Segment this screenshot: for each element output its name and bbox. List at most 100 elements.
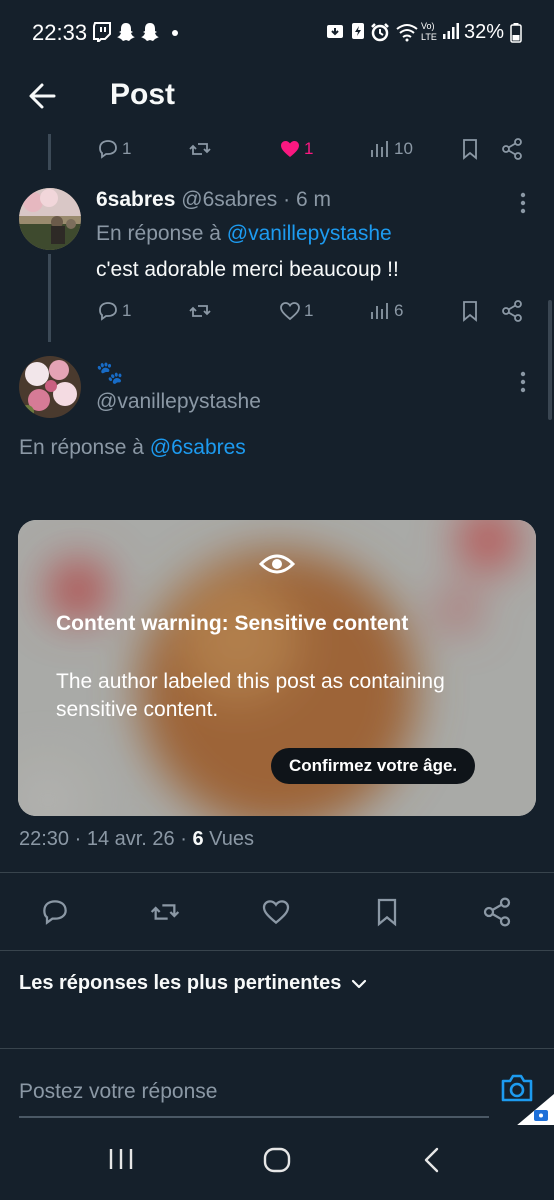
avatar-vanillepystashe[interactable] xyxy=(19,356,81,418)
reply-icon xyxy=(99,140,117,159)
heart-icon xyxy=(280,302,300,321)
views-button[interactable]: 10 xyxy=(368,134,413,164)
share-button[interactable] xyxy=(500,134,524,164)
bookmark-icon xyxy=(463,301,477,322)
repost-button[interactable] xyxy=(188,296,212,326)
content-warning-title: Content warning: Sensitive content xyxy=(56,612,409,635)
reply-input-underline xyxy=(19,1116,489,1118)
like-button[interactable]: 1 xyxy=(278,296,313,326)
reply-input[interactable] xyxy=(19,1072,479,1112)
battery-saver-icon xyxy=(352,23,364,39)
views-count: 6 xyxy=(192,828,204,850)
reply-count: 1 xyxy=(122,139,132,158)
views-count: 6 xyxy=(394,301,404,320)
reply-time: · 6 m xyxy=(283,188,331,211)
scrollbar[interactable] xyxy=(548,300,552,420)
header: Post xyxy=(0,62,554,134)
replying-to-link[interactable]: @6sabres xyxy=(150,436,246,459)
main-replying-to: En réponse à @6sabres xyxy=(19,436,246,460)
replying-to-link[interactable]: @vanillepystashe xyxy=(227,222,392,245)
thread-line-mid xyxy=(48,254,51,342)
share-icon xyxy=(502,300,522,322)
arrow-left-icon xyxy=(29,83,56,109)
reply-author-name[interactable]: 6sabres xyxy=(96,188,175,211)
reply-icon xyxy=(99,302,117,321)
repost-icon xyxy=(150,904,180,920)
repost-button[interactable] xyxy=(188,134,212,164)
home-icon xyxy=(263,1147,291,1173)
home-button[interactable] xyxy=(263,1147,291,1173)
chevron-left-icon xyxy=(424,1147,439,1173)
reply-replying-to: En réponse à @vanillepystashe xyxy=(96,222,392,246)
download-icon xyxy=(327,25,343,38)
reply-icon xyxy=(43,900,67,925)
reply-author-line: 6sabres @6sabres · 6 m xyxy=(96,188,331,212)
share-button[interactable] xyxy=(500,296,524,326)
views-button[interactable]: 6 xyxy=(368,296,403,326)
more-options-icon[interactable] xyxy=(518,191,528,215)
reply-count: 1 xyxy=(122,301,132,320)
reply-button[interactable] xyxy=(38,896,72,928)
more-options-icon[interactable] xyxy=(518,370,528,394)
snapchat-icon xyxy=(117,23,135,41)
like-button[interactable] xyxy=(259,896,293,928)
post-timestamp-line: 22:30 · 14 avr. 26 · 6 Vues xyxy=(19,828,254,851)
main-author-name[interactable]: 🐾 xyxy=(96,360,123,386)
battery-percentage: 32% xyxy=(464,21,505,43)
avatar-6sabres[interactable] xyxy=(19,188,81,250)
status-time: 22:33 xyxy=(32,20,88,45)
snapchat-icon-2 xyxy=(141,23,159,41)
prev-tweet-actions: 1 1 10 xyxy=(96,134,536,164)
notification-dot-icon xyxy=(172,30,178,36)
main-author-handle[interactable]: @vanillepystashe xyxy=(96,390,261,414)
post-timestamp: 22:30 · 14 avr. 26 · xyxy=(19,828,187,850)
bookmark-icon xyxy=(463,139,477,160)
divider xyxy=(0,950,554,951)
sort-label: Les réponses les plus pertinentes xyxy=(19,972,342,994)
back-button[interactable] xyxy=(24,78,64,114)
heart-filled-icon xyxy=(281,141,299,157)
divider xyxy=(0,1048,554,1049)
twitch-icon xyxy=(93,22,111,42)
repost-icon xyxy=(189,143,211,155)
share-icon xyxy=(502,138,522,160)
secure-folder-icon xyxy=(516,1094,554,1126)
avatar-image xyxy=(19,356,81,418)
repost-button[interactable] xyxy=(148,896,182,928)
reply-tweet-actions: 1 1 6 xyxy=(96,296,536,326)
sensitive-media-card[interactable]: Content warning: Sensitive content The a… xyxy=(18,520,536,816)
avatar-image xyxy=(19,188,81,250)
back-nav-button[interactable] xyxy=(422,1147,442,1173)
eye-icon xyxy=(258,554,296,574)
status-bar: 22:33 Vo) LTE 32% xyxy=(0,0,554,62)
heart-icon xyxy=(262,900,290,925)
reply-button[interactable]: 1 xyxy=(96,134,131,164)
share-button[interactable] xyxy=(480,896,514,928)
sort-replies-dropdown[interactable]: Les réponses les plus pertinentes xyxy=(19,972,367,995)
views-icon xyxy=(371,141,388,157)
bookmark-button[interactable] xyxy=(458,134,482,164)
views-count: 10 xyxy=(394,139,413,158)
reply-author-handle[interactable]: @6sabres xyxy=(181,188,277,211)
repost-icon xyxy=(189,305,211,317)
recent-apps-button[interactable] xyxy=(108,1147,134,1171)
reply-text: c'est adorable merci beaucoup !! xyxy=(96,258,399,281)
main-tweet-actions xyxy=(0,896,554,928)
android-nav-bar xyxy=(0,1125,554,1200)
views-icon xyxy=(371,303,388,319)
thread-line-top xyxy=(48,134,51,170)
replying-prefix: En réponse à xyxy=(19,436,144,459)
reply-button[interactable]: 1 xyxy=(96,296,131,326)
like-button[interactable]: 1 xyxy=(278,134,313,164)
battery-icon xyxy=(510,23,522,43)
bookmark-button[interactable] xyxy=(458,296,482,326)
share-icon xyxy=(483,897,511,927)
page-title: Post xyxy=(110,78,176,111)
svg-text:LTE: LTE xyxy=(421,32,437,42)
confirm-age-button[interactable]: Confirmez votre âge. xyxy=(271,748,476,784)
bookmark-button[interactable] xyxy=(370,896,404,928)
svg-text:Vo): Vo) xyxy=(421,21,435,31)
bookmark-icon xyxy=(377,898,397,927)
volte-icon: Vo) LTE xyxy=(421,21,437,42)
sensitive-overlay: Content warning: Sensitive content The a… xyxy=(18,520,536,816)
